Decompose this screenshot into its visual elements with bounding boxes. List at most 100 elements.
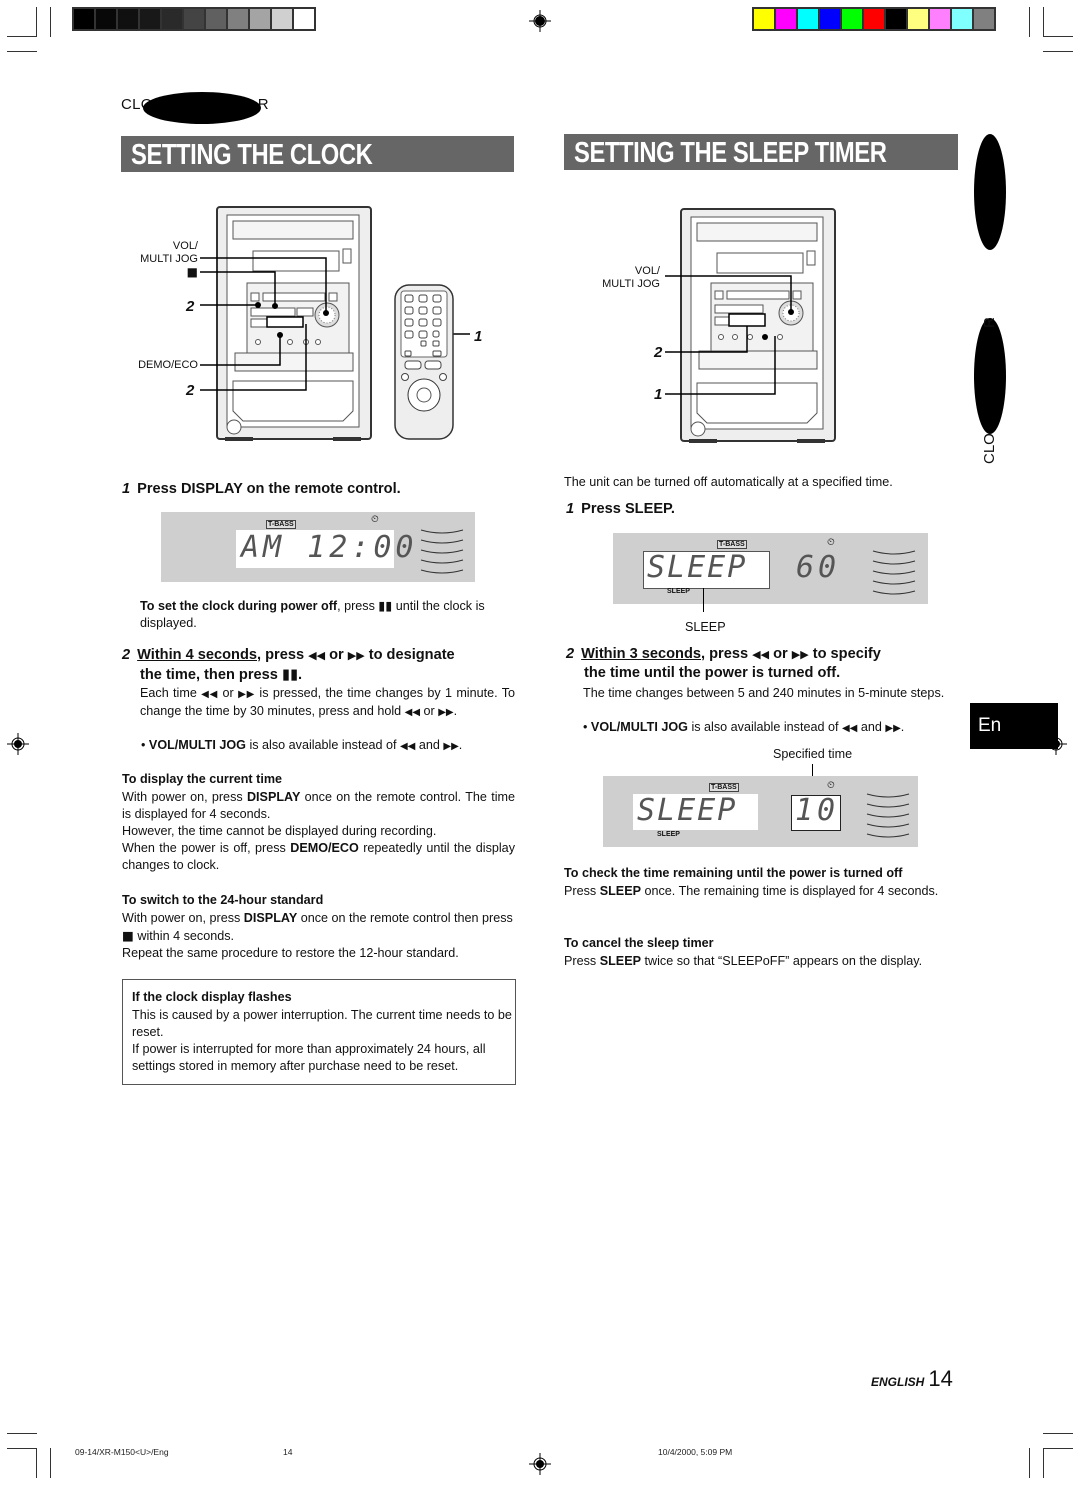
callout-number: 1 (654, 386, 663, 403)
crop-mark (36, 7, 37, 37)
color-swatch (754, 9, 774, 29)
rewind-icon: ◀◀ (752, 648, 770, 661)
lcd-display-sleep-60: T-BASS SLEEP 60 SLEEP ⏲ (613, 533, 928, 604)
timer-icon: ⏲ (827, 537, 835, 548)
color-swatch (74, 9, 94, 29)
step-2-sleep: 2 Within 3 seconds, press ◀◀ or ▶▶ to spe… (566, 646, 881, 681)
color-swatch (842, 9, 862, 29)
speaker-wave-icon (866, 793, 910, 838)
sleep-callout-line (703, 588, 704, 612)
footer-timestamp: 10/4/2000, 5:09 PM (658, 1447, 733, 1457)
crop-mark (7, 1448, 37, 1449)
specified-time-label: Specified time (773, 747, 853, 761)
speaker-wave-icon (420, 529, 464, 574)
tbass-indicator: T-BASS (709, 783, 739, 792)
color-swatch (140, 9, 160, 29)
side-tab-oval-top (974, 134, 1006, 250)
clock-flash-note: If the clock display flashes This is cau… (122, 979, 516, 1085)
color-swatch (184, 9, 204, 29)
color-swatch (294, 9, 314, 29)
page-language: ENGLISH (871, 1375, 925, 1389)
color-swatch (776, 9, 796, 29)
page-title-sleep-timer: SETTING THE SLEEP TIMER (564, 134, 958, 170)
callout-lines-sleep (665, 275, 794, 395)
color-swatch (228, 9, 248, 29)
check-remaining-heading: To check the time remaining until the po… (564, 866, 903, 880)
registration-mark-icon (529, 10, 551, 32)
callout-number: 2 (186, 298, 195, 315)
grayscale-color-bar (72, 7, 316, 31)
callout-vol-multi-jog: VOL/ MULTI JOG (140, 240, 198, 265)
color-swatch (250, 9, 270, 29)
lcd-sleep-minutes: 10 (795, 793, 840, 828)
lcd-display-sleep-10: T-BASS SLEEP 10 SLEEP ⏲ (603, 776, 918, 847)
page-title-clock: SETTING THE CLOCK (121, 136, 514, 172)
cancel-heading: To cancel the sleep timer (564, 936, 714, 950)
stop-icon: ■ (186, 265, 198, 279)
remote-control-diagram (394, 284, 454, 440)
callout-number: 2 (186, 382, 195, 399)
color-swatch (886, 9, 906, 29)
color-swatch (96, 9, 116, 29)
step-1-clock: 1 Press DISPLAY on the remote control. (122, 481, 401, 497)
tbass-indicator: T-BASS (266, 520, 296, 529)
crop-mark (1029, 7, 1030, 37)
callout-number: 1 (474, 328, 483, 345)
crop-mark (1043, 51, 1073, 52)
sleep-intro: The unit can be turned off automatically… (564, 475, 893, 489)
callout-number: 2 (654, 344, 663, 361)
page-number-value: 14 (928, 1366, 953, 1391)
callout-demo-eco: DEMO/ECO (138, 359, 198, 371)
color-swatch (974, 9, 994, 29)
language-badge: En (970, 703, 1058, 749)
crop-mark (1043, 36, 1073, 37)
footer-file: 09-14/XR-M150<U>/Eng (75, 1447, 169, 1457)
step-2-body: Each time ◀◀ or ▶▶ is pressed, the time … (140, 686, 516, 718)
crop-mark (50, 1448, 51, 1478)
process-color-bar (752, 7, 996, 31)
display-time-heading: To display the current time (122, 772, 283, 786)
section-oval (143, 92, 261, 124)
section-label: CLO R (121, 92, 269, 124)
note-body: This is caused by a power interruption. … (132, 1008, 512, 1073)
color-swatch (118, 9, 138, 29)
registration-mark-icon (7, 733, 29, 755)
color-swatch (798, 9, 818, 29)
callout-vol-multi-jog: VOL/ MULTI JOG (602, 265, 660, 290)
rewind-icon: ◀◀ (308, 649, 326, 662)
step-1-sleep: 1 Press SLEEP. (566, 501, 675, 517)
speaker-wave-icon (872, 550, 916, 595)
timer-icon: ⏲ (371, 514, 379, 525)
color-swatch (820, 9, 840, 29)
side-tab-oval-bottom (974, 318, 1006, 434)
crop-mark (7, 1433, 37, 1434)
color-swatch (864, 9, 884, 29)
pause-icon: ▮▮ (281, 666, 298, 683)
color-swatch (272, 9, 292, 29)
crop-mark (36, 1448, 37, 1478)
lcd-time-readout: AM 12:00 (241, 530, 418, 565)
color-swatch (908, 9, 928, 29)
note-heading: If the clock display flashes (132, 990, 292, 1004)
cancel-body: Press SLEEP twice so that “SLEEPoFF” app… (564, 954, 923, 968)
crop-mark (7, 51, 37, 52)
crop-mark (1043, 1448, 1044, 1478)
fast-forward-icon: ▶▶ (791, 648, 809, 661)
lcd-display-clock: T-BASS AM 12:00 ⏲ (161, 512, 475, 582)
footer-page: 14 (283, 1447, 293, 1457)
color-swatch (930, 9, 950, 29)
color-swatch (952, 9, 972, 29)
lcd-sleep-readout: SLEEP (647, 550, 748, 585)
switch-24-heading: To switch to the 24-hour standard (122, 893, 324, 907)
fast-forward-icon: ▶▶ (347, 649, 365, 662)
sleep-indicator: SLEEP (657, 831, 680, 838)
sleep-step-2-bullet: • VOL/MULTI JOG is also available instea… (583, 720, 905, 734)
step-2-clock: 2 Within 4 seconds, press ◀◀ or ▶▶ to des… (122, 647, 455, 683)
page-number: ENGLISH 14 (871, 1366, 953, 1392)
lcd-sleep-minutes: 60 (796, 550, 841, 585)
check-remaining-body: Press SLEEP once. The remaining time is … (564, 884, 939, 898)
sleep-callout-label: SLEEP (685, 620, 726, 634)
timer-icon: ⏲ (827, 780, 835, 791)
stop-icon: ■ (122, 928, 134, 943)
registration-mark-icon (529, 1453, 551, 1475)
